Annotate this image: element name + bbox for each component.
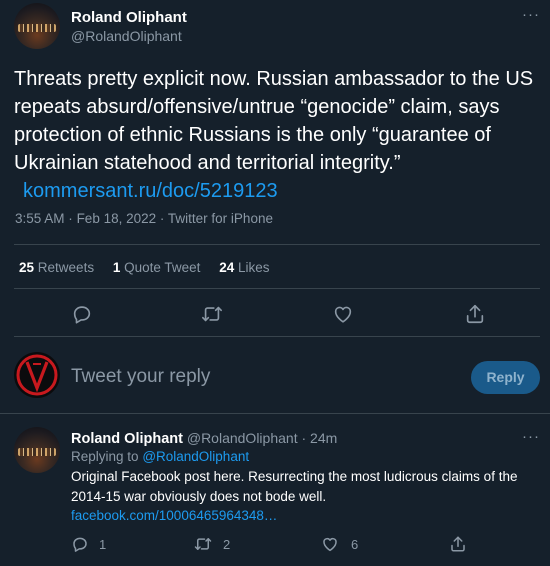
author-avatar[interactable] [14,3,60,49]
retweet-icon [193,535,213,553]
reply-body: Original Facebook post here. Resurrectin… [71,469,518,504]
reply-header: Roland Oliphant @RolandOliphant · 24m [71,430,337,447]
reply-input[interactable]: Tweet your reply [71,366,210,388]
retweets-label: Retweets [37,260,95,275]
like-count: 6 [351,536,359,552]
reply-like-action[interactable]: 6 [321,535,358,553]
retweet-icon[interactable] [200,303,224,325]
heart-icon[interactable] [332,303,354,325]
share-icon[interactable] [449,535,467,553]
quotes-stat[interactable]: 1 Quote Tweet [113,260,204,275]
tweet-timestamp: 3:55 AM · Feb 18, 2022 · Twitter for iPh… [15,211,273,226]
reply-author-handle[interactable]: @RolandOliphant [187,430,298,446]
tweet-source[interactable]: Twitter for iPhone [168,211,273,226]
tweet-body: Threats pretty explicit now. Russian amb… [14,68,534,174]
retweets-stat[interactable]: 25 Retweets [19,260,98,275]
separator: · [68,211,73,226]
replying-to-handle[interactable]: @RolandOliphant [142,449,249,464]
author-handle[interactable]: @RolandOliphant [71,28,182,44]
divider [14,244,540,245]
reply-more-options-icon[interactable]: ··· [522,428,540,445]
more-options-icon[interactable]: ··· [522,6,540,23]
likes-stat[interactable]: 24 Likes [219,260,269,275]
quotes-label: Quote Tweet [124,260,201,275]
tweet-time[interactable]: 3:55 AM [15,211,65,226]
stats-row: 25 Retweets 1 Quote Tweet 24 Likes [19,260,270,275]
divider [0,413,550,414]
tweet-date[interactable]: Feb 18, 2022 [77,211,157,226]
user-avatar[interactable] [14,352,60,398]
reply-age[interactable]: 24m [310,430,337,446]
retweets-count: 25 [19,260,35,275]
reply-retweet-action[interactable]: 2 [193,535,230,553]
heart-icon [321,535,339,553]
likes-label: Likes [238,260,270,275]
likes-count: 24 [219,260,235,275]
reply-author-avatar[interactable] [14,427,60,473]
reply-text: Original Facebook post here. Resurrectin… [71,467,541,526]
author-name[interactable]: Roland Oliphant [71,9,187,26]
separator: · [159,211,165,226]
tweet-link[interactable]: kommersant.ru/doc/5219123 [23,180,278,202]
reply-icon [71,535,89,553]
reply-button[interactable]: Reply [471,361,540,394]
retweet-count: 2 [223,536,231,552]
reply-reply-action[interactable]: 1 [71,535,106,553]
vendetta-logo-icon [16,354,58,396]
replying-to-label: Replying to [71,449,139,464]
tweet-text: Threats pretty explicit now. Russian amb… [14,65,540,205]
reply-author-name[interactable]: Roland Oliphant [71,431,183,447]
quotes-count: 1 [112,260,121,275]
reply-link[interactable]: facebook.com/10006465964348… [71,508,277,523]
replying-to: Replying to @RolandOliphant [71,449,249,464]
reply-icon[interactable] [71,303,93,325]
separator: · [301,430,307,446]
reply-count: 1 [99,536,107,552]
divider [14,336,540,337]
divider [14,288,540,289]
share-icon[interactable] [464,303,486,325]
